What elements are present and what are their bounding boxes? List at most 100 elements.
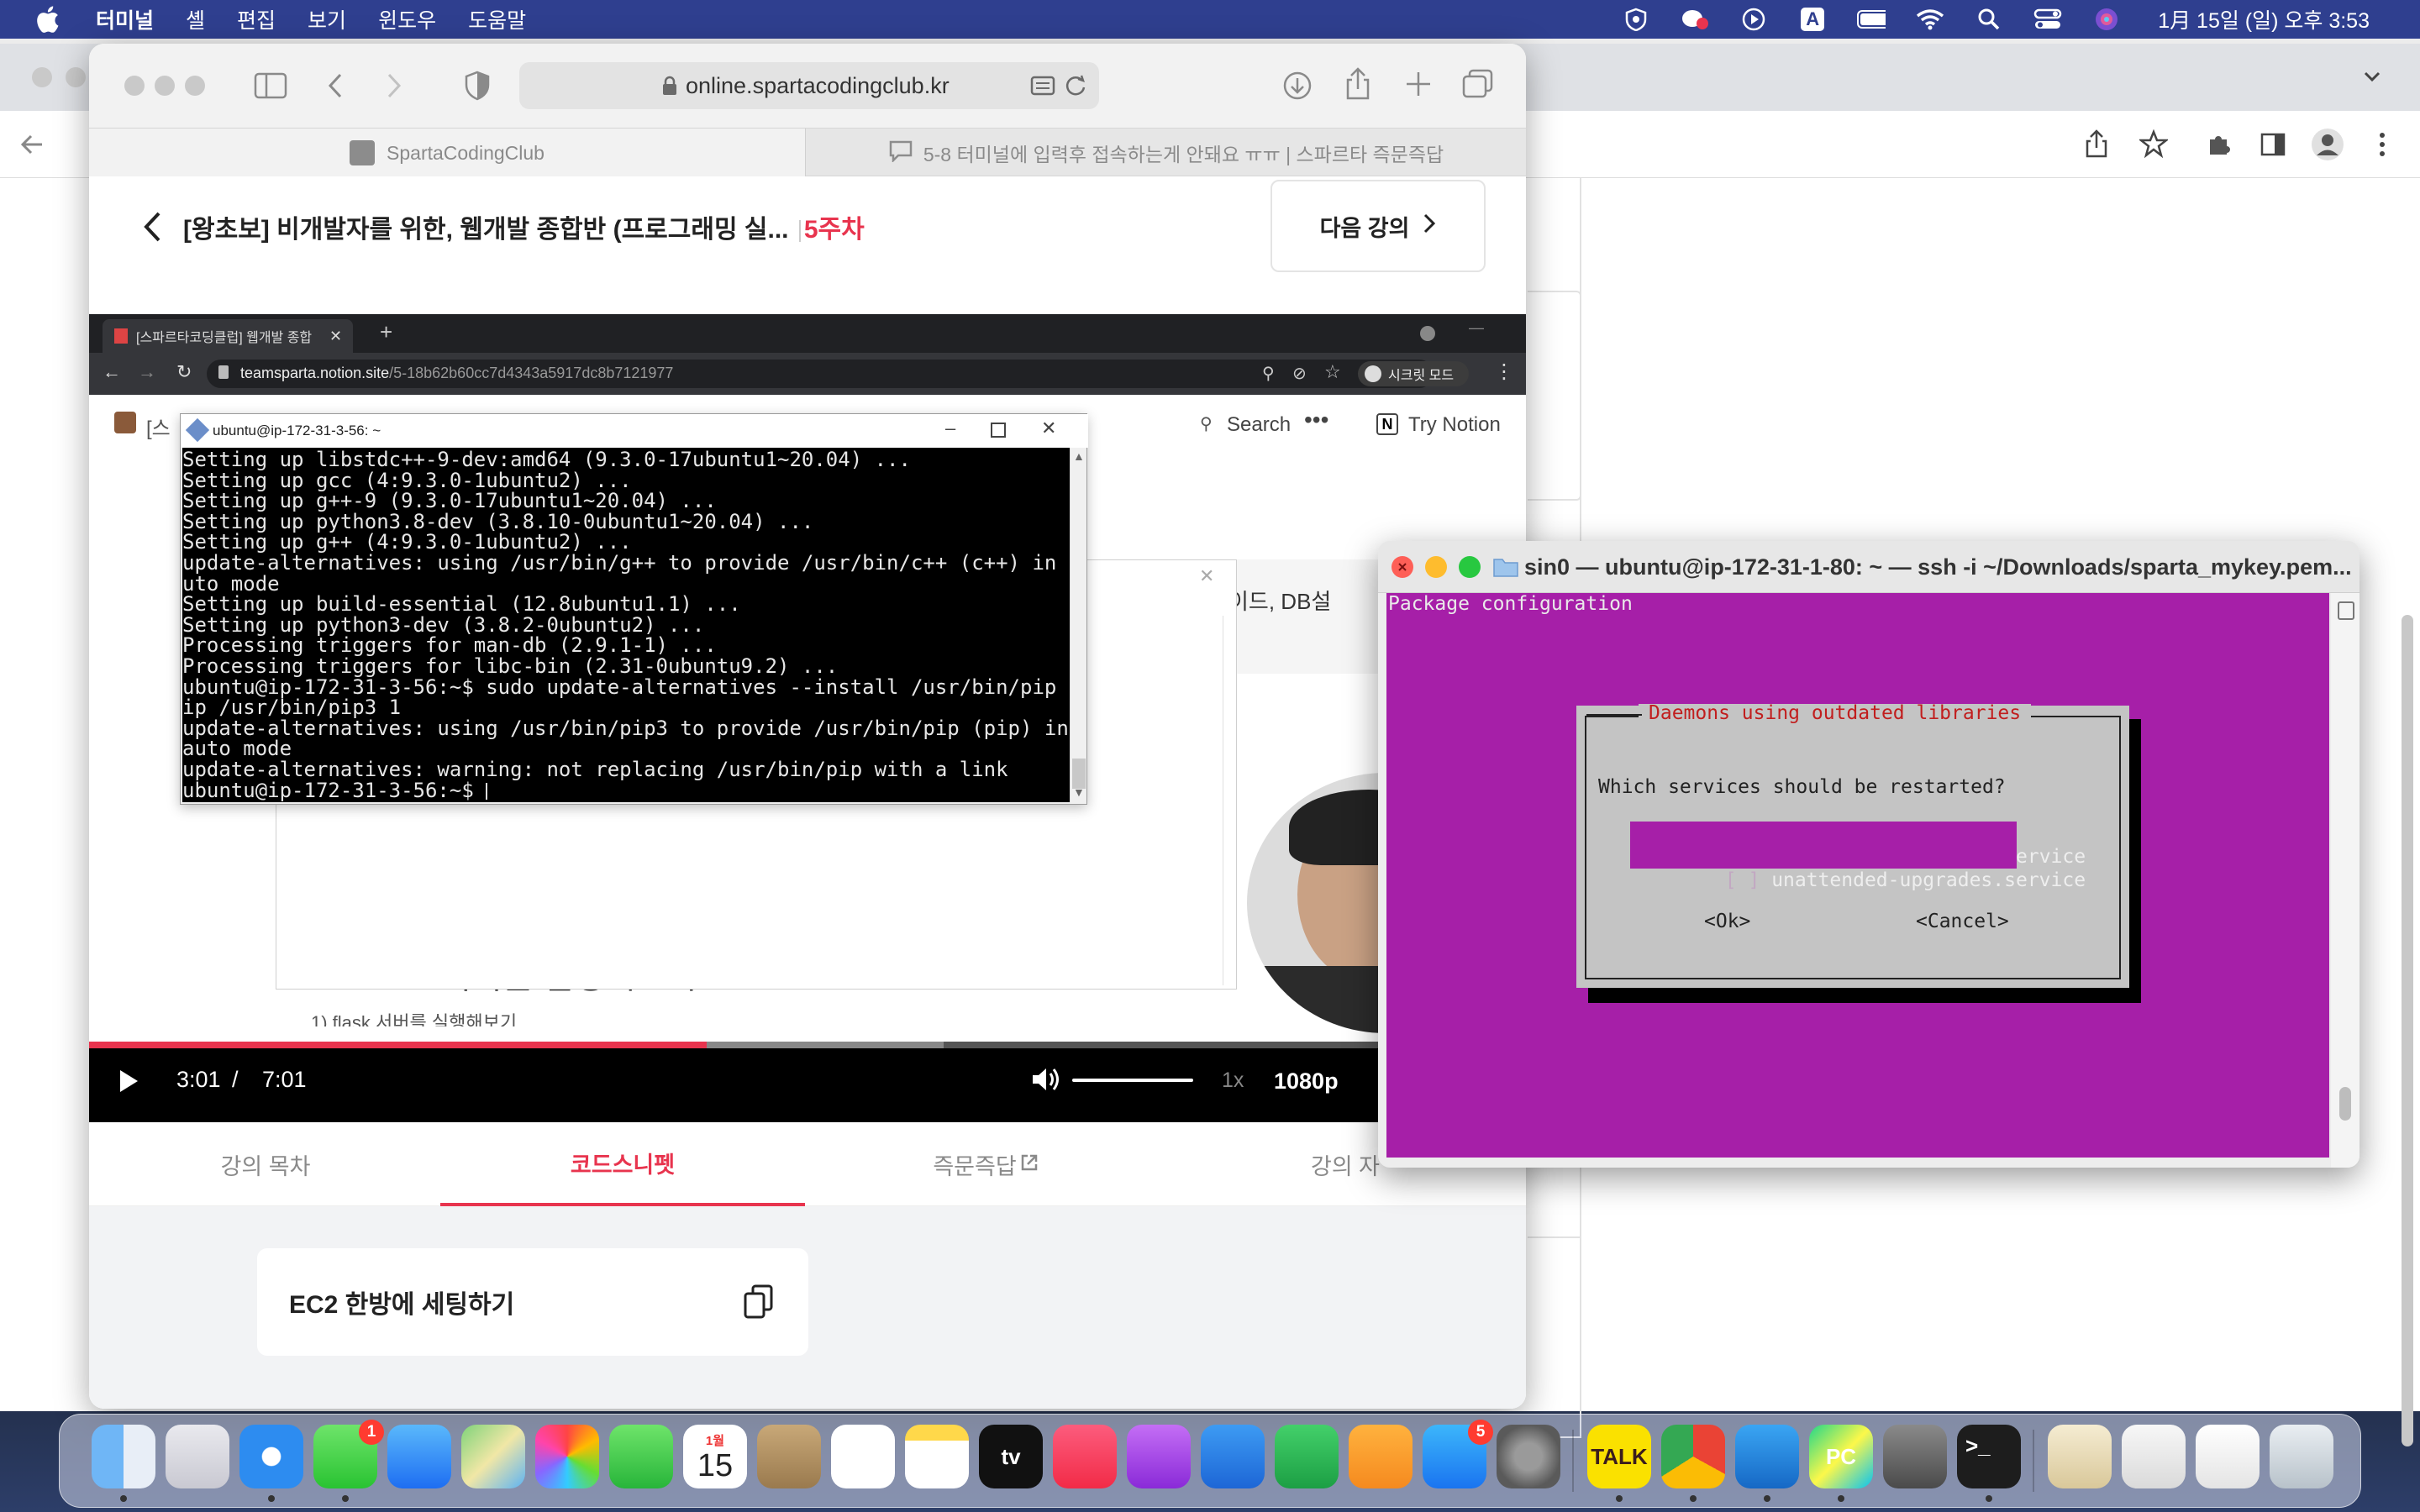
messenger-status-icon[interactable] <box>1681 7 1709 32</box>
volume-icon[interactable] <box>1030 1065 1062 1098</box>
menu-app-name[interactable]: 터미널 <box>96 4 154 34</box>
document-icon[interactable] <box>2196 1425 2260 1488</box>
chrome-icon[interactable] <box>1661 1425 1725 1488</box>
keynote-icon[interactable] <box>1201 1425 1265 1488</box>
vscode-icon[interactable] <box>1735 1425 1799 1488</box>
side-panel-icon[interactable] <box>2260 133 2286 160</box>
podcasts-icon[interactable] <box>1127 1425 1191 1488</box>
back-arrow-icon[interactable] <box>18 131 45 162</box>
playback-speed[interactable]: 1x <box>1222 1068 1244 1093</box>
service-option-networkd[interactable]: [ ] networkd-dispatcher.service <box>1630 822 2086 868</box>
address-bar[interactable]: online.spartacodingclub.kr <box>519 62 1099 109</box>
chrome-close-button[interactable] <box>32 67 52 87</box>
trash-icon[interactable] <box>2270 1425 2333 1488</box>
split-pane-icon[interactable] <box>2338 601 2354 620</box>
bookmark-star-icon[interactable] <box>2138 129 2170 162</box>
reload-icon[interactable] <box>1064 74 1087 102</box>
share-icon[interactable] <box>1344 67 1371 105</box>
contacts-icon[interactable] <box>757 1425 821 1488</box>
menu-help[interactable]: 도움말 <box>468 4 526 34</box>
spotlight-search-icon[interactable] <box>1975 7 2003 32</box>
copy-icon[interactable] <box>743 1284 775 1327</box>
reminders-icon[interactable] <box>831 1425 895 1488</box>
maps-icon[interactable] <box>461 1425 525 1488</box>
extensions-puzzle-icon[interactable] <box>2207 131 2232 160</box>
vpn-shield-icon[interactable] <box>1622 7 1650 32</box>
keychain-icon[interactable] <box>1883 1425 1947 1488</box>
terminal-screen[interactable]: Package configuration Daemons using outd… <box>1386 593 2329 1158</box>
back-chevron-icon[interactable] <box>141 210 163 248</box>
calendar-icon[interactable]: 1월 15 <box>683 1425 747 1488</box>
system-preferences-icon[interactable] <box>1497 1425 1560 1488</box>
menu-shell[interactable]: 셸 <box>186 4 205 34</box>
input-source-icon[interactable]: A <box>1798 7 1827 32</box>
terminal-minimize-button[interactable] <box>1425 556 1447 578</box>
tab-overview-icon[interactable] <box>1462 69 1494 103</box>
safari-zoom-button[interactable] <box>185 76 205 96</box>
tab-code-snippet[interactable]: 코드스니펫 <box>440 1122 805 1206</box>
play-icon[interactable] <box>118 1068 139 1098</box>
menu-view[interactable]: 보기 <box>308 4 346 34</box>
tv-icon[interactable]: tv <box>979 1425 1043 1488</box>
safari-close-button[interactable] <box>124 76 145 96</box>
tab-lecture-toc[interactable]: 강의 목차 <box>89 1122 442 1206</box>
checkbox[interactable]: [ ] <box>1725 869 1760 891</box>
music-icon[interactable] <box>1053 1425 1117 1488</box>
chrome-minimize-button[interactable] <box>66 67 86 87</box>
more-vert-icon[interactable] <box>2378 131 2386 162</box>
new-tab-plus-icon[interactable] <box>1405 71 1432 102</box>
chevron-down-icon[interactable] <box>2361 66 2383 92</box>
sidebar-toggle-icon[interactable] <box>254 72 287 103</box>
terminal-close-button[interactable] <box>1392 556 1413 578</box>
profile-avatar-icon[interactable] <box>2311 128 2344 165</box>
privacy-shield-icon[interactable] <box>464 71 491 105</box>
media-play-icon[interactable] <box>1739 7 1768 32</box>
terminal-zoom-button[interactable] <box>1459 556 1481 578</box>
messages-icon[interactable]: 1 <box>313 1420 384 1488</box>
tab-spartacodingclub[interactable]: SpartaCodingClub <box>89 129 805 177</box>
downloads-icon[interactable] <box>1282 71 1313 105</box>
wifi-icon[interactable] <box>1916 7 1944 32</box>
siri-icon[interactable] <box>2092 7 2121 32</box>
kakaotalk-icon[interactable]: TALK <box>1587 1425 1651 1488</box>
photos-icon[interactable] <box>535 1425 599 1488</box>
notes-icon[interactable] <box>905 1425 969 1488</box>
next-lecture-button[interactable]: 다음 강의 <box>1270 180 1486 272</box>
terminal-scroll-thumb[interactable] <box>2339 1087 2351 1121</box>
share-icon[interactable] <box>2084 129 2109 162</box>
pages-icon[interactable] <box>1349 1425 1413 1488</box>
window-preview-icon[interactable] <box>2122 1425 2186 1488</box>
snippet-card[interactable]: EC2 한방에 세팅하기 <box>257 1248 808 1356</box>
finder-icon[interactable] <box>92 1425 155 1488</box>
menu-window[interactable]: 윈도우 <box>378 4 436 34</box>
app-store-icon[interactable]: 5 <box>1423 1420 1493 1488</box>
launchpad-icon[interactable] <box>166 1425 229 1488</box>
safari-minimize-button[interactable] <box>155 76 175 96</box>
certificate-icon[interactable] <box>2048 1425 2112 1488</box>
menu-edit[interactable]: 편집 <box>237 4 276 34</box>
battery-icon[interactable] <box>1857 7 1886 32</box>
volume-slider[interactable] <box>1072 1079 1193 1082</box>
back-chevron-icon[interactable] <box>326 72 345 103</box>
mail-icon[interactable] <box>387 1425 451 1488</box>
textarea-box[interactable] <box>1528 291 1581 501</box>
facetime-icon[interactable] <box>609 1425 673 1488</box>
video-quality[interactable]: 1080p <box>1274 1068 1339 1095</box>
terminal-scrollbar[interactable] <box>2331 593 2360 1168</box>
apple-menu-icon[interactable] <box>32 0 62 39</box>
reader-icon[interactable] <box>1030 76 1055 100</box>
chrome-scrollbar[interactable] <box>2402 615 2413 1446</box>
pycharm-icon[interactable]: PC <box>1809 1425 1873 1488</box>
ok-button[interactable]: <Ok> <box>1704 911 1750 932</box>
terminal-icon[interactable]: >_ <box>1957 1425 2021 1488</box>
cancel-button[interactable]: <Cancel> <box>1916 911 2009 932</box>
service-option-unattended[interactable]: [ ] unattended-upgrades.service <box>1630 845 2086 891</box>
safari-icon[interactable] <box>239 1425 303 1488</box>
forward-chevron-icon[interactable] <box>385 72 403 103</box>
menu-clock[interactable]: 1月 15일 (일) 오후 3:53 <box>2158 4 2370 34</box>
tab-qna[interactable]: 5-8 터미널에 입력후 접속하는게 안돼요 ㅠㅠ | 스파르타 즉문즉답 <box>805 129 1526 177</box>
tab-qna[interactable]: 즉문즉답 <box>805 1122 1166 1206</box>
control-center-icon[interactable] <box>2033 7 2062 32</box>
video-player[interactable]: [스파르타코딩클럽] 웹개발 종합 ✕ + — ✕ ← → ↻ teamspar… <box>89 314 1526 1122</box>
numbers-icon[interactable] <box>1275 1425 1339 1488</box>
